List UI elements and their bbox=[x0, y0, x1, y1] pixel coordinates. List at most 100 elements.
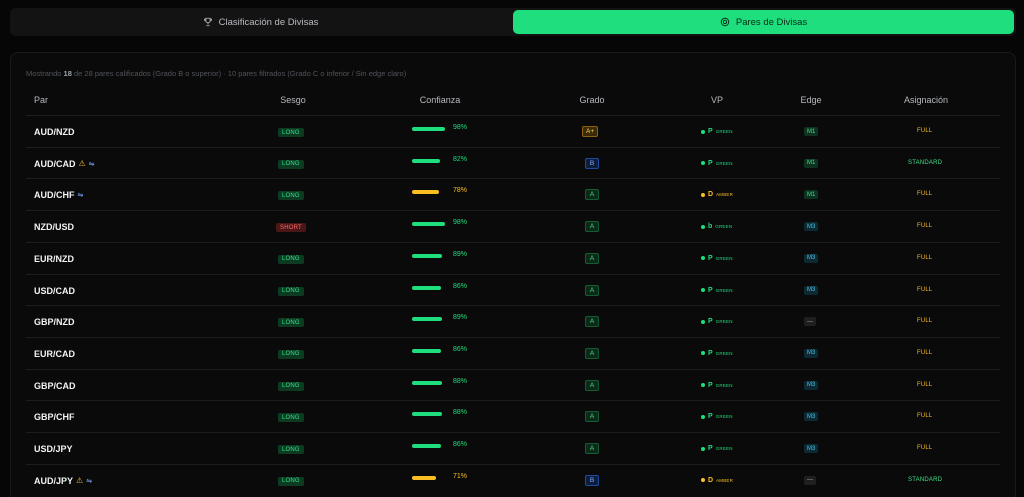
allocation-label: FULL bbox=[917, 191, 933, 198]
vp-indicator: P GREEN bbox=[701, 413, 733, 420]
status-dot-icon bbox=[701, 224, 705, 229]
status-dot-icon bbox=[701, 161, 705, 166]
table-row[interactable]: AUD/NZD LONG 98% A+ P GREEN M1 FULL bbox=[26, 115, 1000, 147]
tab-currency-ranking[interactable]: Clasificación de Divisas bbox=[12, 10, 509, 34]
pair-cell: USD/CAD bbox=[34, 286, 75, 296]
table-row[interactable]: GBP/CHF LONG 88% A P GREEN M3 FULL bbox=[26, 400, 1000, 432]
column-header-vp: VP bbox=[710, 95, 723, 105]
vp-indicator: D AMBER bbox=[701, 191, 733, 198]
bias-badge: LONG bbox=[278, 128, 304, 137]
vp-letter: P bbox=[708, 286, 713, 294]
confidence-bar bbox=[412, 285, 442, 290]
edge-badge: M3 bbox=[804, 253, 819, 263]
vp-status: GREEN bbox=[715, 414, 733, 420]
vp-indicator: b GREEN bbox=[701, 223, 732, 230]
edge-badge: M3 bbox=[804, 380, 819, 390]
table-row[interactable]: GBP/CAD LONG 88% A P GREEN M3 FULL bbox=[26, 368, 1000, 401]
table-row[interactable]: EUR/NZD LONG 89% A P GREEN M3 FULL bbox=[26, 241, 1000, 274]
pair-cell: NZD/USD bbox=[34, 222, 74, 232]
pair-name: USD/JPY bbox=[34, 444, 73, 454]
confidence-value: 82% bbox=[453, 155, 468, 163]
edge-badge: M3 bbox=[804, 444, 819, 453]
table-row[interactable]: NZD/USD SHORT 98% Ab GREEN M3 FULL bbox=[26, 210, 1000, 242]
edge-badge: — bbox=[804, 317, 816, 327]
edge-badge: M1 bbox=[804, 190, 819, 200]
edge-badge: M1 bbox=[804, 127, 819, 136]
bias-badge: LONG bbox=[278, 159, 304, 169]
status-dot-icon bbox=[701, 256, 705, 261]
edge-badge: M3 bbox=[804, 348, 819, 358]
pair-cell: AUD/JPY ⚠ ⇋ bbox=[34, 476, 92, 486]
allocation-label: STANDARD bbox=[908, 476, 943, 483]
summary-text: Mostrando 18 de 28 pares calificados (Gr… bbox=[26, 69, 407, 78]
confidence-value: 98% bbox=[453, 124, 468, 131]
pair-name: GBP/CHF bbox=[34, 412, 75, 423]
status-dot-icon bbox=[701, 351, 705, 356]
column-header-edge: Edge bbox=[800, 95, 822, 105]
allocation-label: FULL bbox=[917, 413, 933, 420]
pair-name: EUR/CAD bbox=[34, 348, 76, 359]
allocation-label: FULL bbox=[917, 445, 933, 451]
vp-indicator: P GREEN bbox=[701, 128, 733, 135]
pair-name: EUR/NZD bbox=[34, 253, 74, 264]
table-row[interactable]: USD/CAD LONG 86% A P GREEN M3 FULL bbox=[26, 273, 1000, 306]
vp-status: GREEN bbox=[715, 446, 733, 451]
pair-cell: GBP/NZD bbox=[34, 317, 75, 327]
shown-count: 18 bbox=[63, 69, 72, 78]
bias-badge: LONG bbox=[278, 445, 304, 454]
status-dot-icon bbox=[701, 446, 705, 451]
vp-letter: P bbox=[708, 445, 713, 452]
grade-badge: A bbox=[585, 379, 599, 391]
status-dot-icon bbox=[701, 288, 705, 292]
vp-letter: P bbox=[708, 318, 713, 326]
pair-cell: AUD/CHF ⇋ bbox=[34, 190, 83, 200]
table-row[interactable]: EUR/CAD LONG 86% A P GREEN M3 FULL bbox=[26, 336, 1000, 369]
status-dot-icon bbox=[701, 478, 705, 483]
vp-status: GREEN bbox=[715, 319, 733, 325]
target-icon bbox=[720, 17, 730, 27]
edge-badge: M3 bbox=[804, 285, 819, 295]
status-dot-icon bbox=[701, 129, 705, 134]
tab-currency-pairs[interactable]: Pares de Divisas bbox=[513, 10, 1014, 34]
bias-badge: LONG bbox=[278, 413, 304, 423]
vp-indicator: P GREEN bbox=[701, 445, 733, 452]
table-row[interactable]: AUD/CHF ⇋ LONG 78% A D AMBER M1 FULL bbox=[26, 178, 1000, 210]
table-row[interactable]: GBP/NZD LONG 89% A P GREEN — FULL bbox=[26, 305, 1000, 337]
status-dot-icon bbox=[701, 414, 705, 419]
confidence-value: 89% bbox=[453, 250, 468, 258]
vp-letter: P bbox=[708, 381, 713, 389]
tab-label: Pares de Divisas bbox=[735, 16, 808, 28]
warning-icon: ⚠ bbox=[78, 159, 86, 169]
confidence-bar bbox=[412, 222, 446, 227]
edge-badge: M3 bbox=[804, 222, 819, 232]
vp-status: GREEN bbox=[715, 255, 733, 261]
grade-badge: A bbox=[585, 411, 599, 423]
pair-cell: EUR/CAD bbox=[34, 349, 75, 359]
vp-status: GREEN bbox=[715, 287, 733, 293]
vp-letter: P bbox=[708, 128, 713, 135]
pair-cell: GBP/CAD bbox=[34, 381, 76, 391]
trophy-icon bbox=[203, 17, 212, 27]
edge-badge: M3 bbox=[804, 412, 819, 422]
table-row[interactable]: AUD/JPY ⚠ ⇋ LONG 71% B D AMBER — STANDARD bbox=[26, 463, 1000, 496]
pair-name: USD/CAD bbox=[34, 285, 76, 296]
pair-cell: GBP/CHF bbox=[34, 412, 75, 422]
vp-status: AMBER bbox=[716, 477, 734, 483]
pair-cell: AUD/NZD bbox=[34, 127, 75, 137]
vp-letter: P bbox=[708, 254, 713, 262]
allocation-label: FULL bbox=[917, 381, 933, 388]
status-dot-icon bbox=[701, 383, 705, 388]
vp-letter: P bbox=[708, 159, 713, 167]
view-tabs: Clasificación de Divisas Pares de Divisa… bbox=[10, 8, 1016, 36]
allocation-label: FULL bbox=[917, 318, 933, 325]
vp-status: GREEN bbox=[715, 129, 733, 134]
table-row[interactable]: USD/JPY LONG 86% A P GREEN M3 FULL bbox=[26, 432, 1000, 464]
column-header-confidence: Confianza bbox=[419, 95, 461, 105]
bias-badge: LONG bbox=[278, 318, 304, 328]
vp-indicator: P GREEN bbox=[701, 160, 733, 167]
table-row[interactable]: AUD/CAD ⚠ ⇋ LONG 82% B P GREEN M1 STANDARD bbox=[26, 146, 1000, 179]
allocation-label: STANDARD bbox=[908, 159, 943, 166]
vp-indicator: D AMBER bbox=[701, 477, 733, 484]
vp-indicator: P GREEN bbox=[701, 350, 733, 357]
confidence-bar bbox=[412, 380, 442, 385]
